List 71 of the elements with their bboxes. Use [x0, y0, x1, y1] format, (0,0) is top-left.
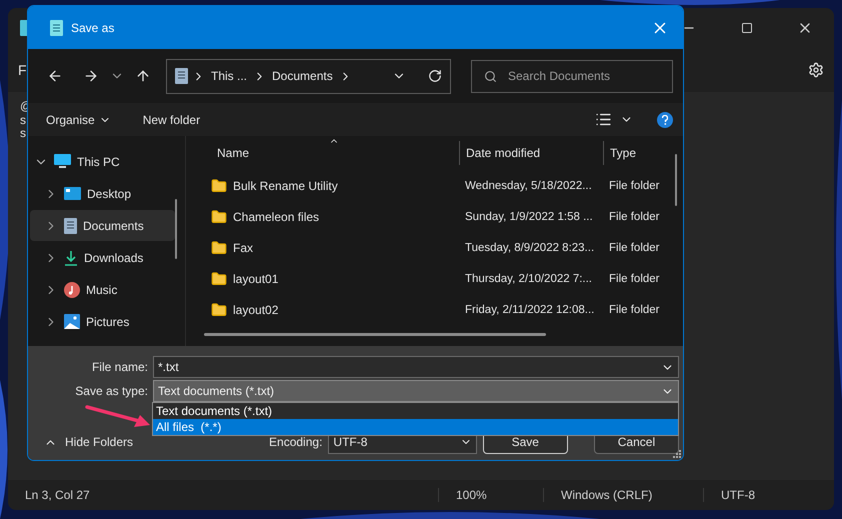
- column-header[interactable]: Name: [203, 141, 459, 165]
- music-icon: [64, 282, 80, 298]
- editor-line: s: [20, 127, 26, 140]
- computer-icon: [54, 154, 71, 169]
- hide-folders-button[interactable]: Hide Folders: [38, 434, 140, 450]
- dropdown-option[interactable]: All files (*.*): [153, 419, 678, 435]
- column-header[interactable]: Date modified: [459, 141, 603, 165]
- type-cell-text: File folder: [608, 304, 660, 316]
- type-cell-text: File folder: [608, 180, 660, 192]
- pointer-arrow: [85, 405, 150, 427]
- nav-item[interactable]: Pictures: [30, 306, 175, 337]
- folder-icon: [211, 178, 227, 194]
- type-cell-text: File folder: [608, 210, 660, 222]
- download-icon: [64, 250, 78, 266]
- field-label: File name:: [90, 360, 148, 374]
- file-name-field[interactable]: *.txt: [153, 356, 679, 378]
- folder-icon: [211, 208, 227, 224]
- new-folder-button[interactable]: New folder: [132, 106, 210, 134]
- date-cell-text: Sunday, 1/9/2022 1:58 ...: [464, 210, 594, 222]
- search-icon: [484, 70, 497, 82]
- file-name-cell[interactable]: Fax: [203, 240, 459, 256]
- refresh-icon[interactable]: [428, 69, 442, 83]
- document-icon: [64, 218, 77, 234]
- view-icon[interactable]: [595, 111, 612, 128]
- picture-icon: [64, 314, 80, 329]
- scrollbar-thumb[interactable]: [175, 199, 177, 259]
- date-cell-text: Friday, 2/11/2022 12:08...: [464, 304, 596, 316]
- scrollbar-thumb[interactable]: [675, 154, 677, 206]
- folder-icon: [211, 240, 227, 256]
- file-name-cell[interactable]: Chameleon files: [203, 208, 459, 224]
- nav-item[interactable]: Desktop: [30, 178, 175, 209]
- file-name-cell[interactable]: layout02: [203, 302, 459, 318]
- settings-icon[interactable]: [808, 62, 824, 78]
- nav-item[interactable]: Music: [30, 274, 175, 305]
- desktop-icon: [64, 187, 81, 200]
- up-arrow-icon[interactable]: [135, 68, 151, 84]
- file-type-dropdown[interactable]: Text documents (*.txt): [153, 380, 679, 402]
- encoding-label: Encoding:: [269, 435, 322, 449]
- date-cell-text: Tuesday, 8/9/2022 8:23...: [464, 242, 596, 254]
- editor-line: s: [20, 114, 26, 127]
- breadcrumb-item[interactable]: This ...: [209, 69, 250, 83]
- file-name-cell[interactable]: layout01: [203, 270, 459, 286]
- address-bar[interactable]: This ... Documents: [166, 58, 451, 94]
- folder-icon: [211, 302, 227, 318]
- resize-grip-icon[interactable]: [673, 450, 681, 458]
- status-text: Windows (CRLF): [543, 488, 703, 502]
- status-text: 100%: [438, 488, 543, 502]
- search-field[interactable]: Search Documents: [471, 60, 673, 92]
- date-cell-text: Thursday, 2/10/2022 7:...: [464, 272, 594, 284]
- folder-icon: [211, 270, 227, 286]
- nav-item[interactable]: This PC: [30, 146, 175, 177]
- dialog-title: Save as: [71, 20, 114, 34]
- notepad-icon: [50, 20, 63, 36]
- file-name-cell[interactable]: Bulk Rename Utility: [203, 178, 459, 194]
- nav-item[interactable]: Downloads: [30, 242, 175, 273]
- forward-arrow-icon[interactable]: [83, 68, 99, 84]
- date-cell-text: Wednesday, 5/18/2022...: [464, 180, 593, 192]
- breadcrumb-item[interactable]: Documents: [270, 69, 335, 83]
- menu-item[interactable]: F: [18, 62, 27, 78]
- type-cell-text: File folder: [608, 272, 660, 284]
- document-icon: [175, 68, 188, 84]
- maximize-icon[interactable]: [741, 22, 753, 34]
- nav-item[interactable]: Documents: [30, 210, 175, 241]
- type-cell-text: File folder: [608, 242, 660, 254]
- dropdown-option[interactable]: Text documents (*.txt): [153, 403, 678, 419]
- help-icon[interactable]: [657, 112, 673, 128]
- status-text: Ln 3, Col 27: [24, 488, 91, 502]
- scrollbar-thumb[interactable]: [204, 333, 546, 336]
- organise-button[interactable]: Organise: [36, 106, 121, 134]
- field-label: Save as type:: [74, 384, 148, 398]
- status-text: UTF-8: [703, 488, 823, 502]
